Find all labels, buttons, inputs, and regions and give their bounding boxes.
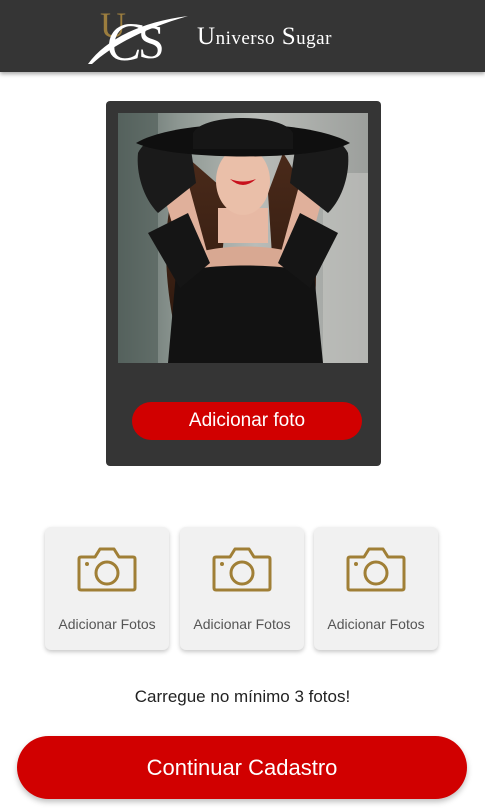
brand-name: Universo Sugar (197, 23, 332, 50)
brand-logo[interactable]: U C S Universo Sugar (86, 4, 406, 66)
continue-registration-button[interactable]: Continuar Cadastro (17, 736, 467, 799)
add-photo-slot-2[interactable]: Adicionar Fotos (180, 527, 304, 650)
app-header: U C S Universo Sugar (0, 0, 485, 72)
add-photo-slot-label: Adicionar Fotos (193, 616, 291, 632)
min-photos-hint: Carregue no mínimo 3 fotos! (134, 687, 351, 706)
add-photo-slot-3[interactable]: Adicionar Fotos (314, 527, 438, 650)
profile-photo[interactable] (118, 113, 368, 363)
logo-monogram-icon: U C S (88, 5, 188, 66)
add-photo-button[interactable]: Adicionar foto (132, 402, 362, 440)
add-photo-slot-label: Adicionar Fotos (327, 616, 425, 632)
main-photo-card: Adicionar foto (106, 101, 381, 466)
camera-icon (346, 547, 406, 592)
camera-icon (212, 547, 272, 592)
add-photo-slot-label: Adicionar Fotos (58, 616, 156, 632)
camera-icon (77, 547, 137, 592)
add-photo-slot-1[interactable]: Adicionar Fotos (45, 527, 169, 650)
